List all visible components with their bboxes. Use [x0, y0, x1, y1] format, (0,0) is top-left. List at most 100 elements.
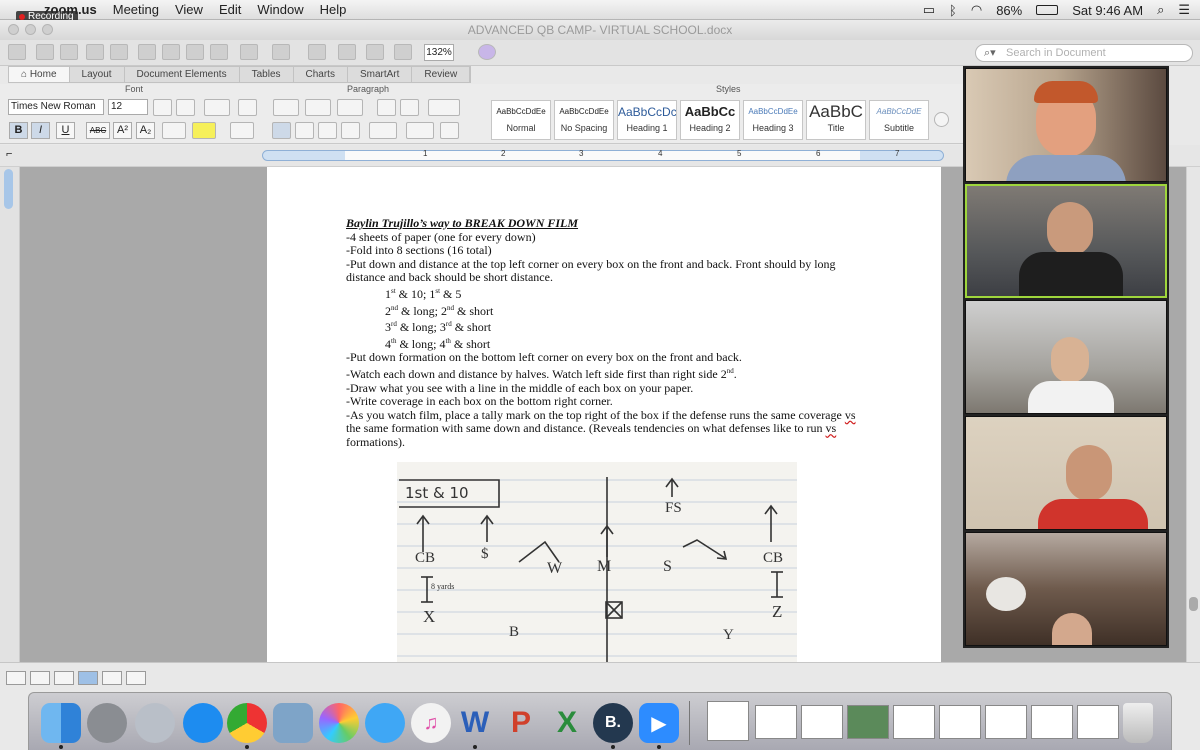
app-store-icon[interactable]: [183, 703, 223, 743]
menubar-clock[interactable]: Sat 9:46 AM: [1072, 3, 1143, 18]
font-name-select[interactable]: Times New Roman: [8, 99, 104, 115]
document-thumbnail[interactable]: [707, 701, 749, 741]
battery-icon[interactable]: [1036, 5, 1059, 15]
templates-icon[interactable]: [36, 44, 54, 60]
itunes-icon[interactable]: ♫: [411, 703, 451, 743]
document-body[interactable]: Baylin Trujillo’s way to BREAK DOWN FILM…: [346, 216, 866, 450]
participant-video-active-speaker[interactable]: [965, 184, 1167, 298]
numbering-button[interactable]: [305, 99, 331, 116]
participant-video[interactable]: [965, 300, 1167, 414]
align-right-button[interactable]: [318, 122, 337, 139]
zoom-icon[interactable]: ▶: [639, 703, 679, 743]
participant-video[interactable]: [965, 68, 1167, 182]
align-center-button[interactable]: [295, 122, 314, 139]
participant-video[interactable]: [965, 416, 1167, 530]
chrome-icon[interactable]: [227, 703, 267, 743]
tab-layout[interactable]: Layout: [70, 67, 125, 82]
tab-tables[interactable]: Tables: [240, 67, 294, 82]
pilcrow-icon[interactable]: [308, 44, 326, 60]
tab-review[interactable]: Review: [412, 67, 471, 82]
launchpad-icon[interactable]: [135, 703, 175, 743]
publishing-view-button[interactable]: [54, 671, 74, 685]
minimized-window-thumbnail[interactable]: [893, 705, 935, 739]
shrink-font-button[interactable]: [176, 99, 195, 116]
subscript-button[interactable]: A₂: [136, 122, 155, 139]
wifi-icon[interactable]: ◠: [971, 2, 982, 18]
participant-video[interactable]: [965, 532, 1167, 646]
multilevel-list-button[interactable]: [337, 99, 363, 116]
bluetooth-icon[interactable]: ᛒ: [949, 3, 957, 18]
superscript-button[interactable]: A²: [113, 122, 132, 139]
minimized-window-thumbnail[interactable]: [801, 705, 843, 739]
photos-icon[interactable]: [319, 703, 359, 743]
scrollbar-thumb[interactable]: [1189, 597, 1198, 611]
style-heading-3[interactable]: AaBbCcDdEe Heading 3: [743, 100, 803, 140]
messages-icon[interactable]: [365, 703, 405, 743]
draft-view-button[interactable]: [6, 671, 26, 685]
menu-help[interactable]: Help: [320, 2, 347, 17]
minimized-window-thumbnail[interactable]: [755, 705, 797, 739]
align-left-button[interactable]: [272, 122, 291, 139]
open-icon[interactable]: [60, 44, 78, 60]
cut-icon[interactable]: [138, 44, 156, 60]
decrease-indent-button[interactable]: [377, 99, 396, 116]
document-page[interactable]: Baylin Trujillo’s way to BREAK DOWN FILM…: [267, 167, 941, 662]
bullets-button[interactable]: [273, 99, 299, 116]
style-heading-2[interactable]: AaBbCc Heading 2: [680, 100, 740, 140]
outline-view-button[interactable]: [30, 671, 50, 685]
search-in-document-input[interactable]: ⌕▾ Search in Document: [975, 44, 1193, 62]
powerpoint-icon[interactable]: P: [501, 703, 541, 743]
menu-edit[interactable]: Edit: [219, 2, 241, 17]
minimized-window-thumbnail[interactable]: [847, 705, 889, 739]
airplay-icon[interactable]: ▭: [923, 2, 935, 18]
new-doc-icon[interactable]: [8, 44, 26, 60]
battery-percent[interactable]: 86%: [996, 3, 1022, 18]
excel-icon[interactable]: X: [547, 703, 587, 743]
search-icon[interactable]: ⌕: [1157, 2, 1164, 18]
format-painter-icon[interactable]: [210, 44, 228, 60]
grow-font-button[interactable]: [153, 99, 172, 116]
minimized-window-thumbnail[interactable]: [1077, 705, 1119, 739]
tab-document-elements[interactable]: Document Elements: [125, 67, 240, 82]
paragraph-settings-button[interactable]: [440, 122, 459, 139]
italic-button[interactable]: I: [31, 122, 50, 139]
style-subtitle[interactable]: AaBbCcDdE Subtitle: [869, 100, 929, 140]
tab-charts[interactable]: Charts: [294, 67, 348, 82]
finder-icon[interactable]: [41, 703, 81, 743]
paste-icon[interactable]: [186, 44, 204, 60]
vertical-scrollbar[interactable]: [1186, 167, 1200, 662]
sidebar-icon[interactable]: [338, 44, 356, 60]
copy-icon[interactable]: [162, 44, 180, 60]
list-icon[interactable]: ☰: [1178, 2, 1190, 18]
minimized-window-thumbnail[interactable]: [939, 705, 981, 739]
focus-view-button[interactable]: [126, 671, 146, 685]
minimized-window-thumbnail[interactable]: [1031, 705, 1073, 739]
change-case-button[interactable]: [204, 99, 230, 116]
styles-next-button[interactable]: [934, 112, 949, 127]
style-heading-1[interactable]: AaBbCcDc Heading 1: [617, 100, 677, 140]
highlight-button[interactable]: [192, 122, 216, 139]
menu-view[interactable]: View: [175, 2, 203, 17]
word-icon[interactable]: W: [455, 703, 495, 743]
menu-meeting[interactable]: Meeting: [113, 2, 159, 17]
tab-home[interactable]: ⌂ Home: [9, 67, 70, 82]
line-spacing-button[interactable]: [369, 122, 397, 139]
justify-button[interactable]: [341, 122, 360, 139]
font-color-button[interactable]: [162, 122, 186, 139]
undo-icon[interactable]: [240, 44, 258, 60]
print-layout-view-button[interactable]: [78, 671, 98, 685]
text-effects-button[interactable]: [230, 122, 254, 139]
clear-formatting-button[interactable]: [238, 99, 257, 116]
print-icon[interactable]: [110, 44, 128, 60]
save-icon[interactable]: [86, 44, 104, 60]
borders-button[interactable]: [406, 122, 434, 139]
zoom-field[interactable]: 132%: [424, 44, 454, 61]
toolbox-icon[interactable]: [394, 44, 412, 60]
style-title[interactable]: AaBbC Title: [806, 100, 866, 140]
trash-icon[interactable]: [1123, 703, 1153, 743]
font-size-select[interactable]: 12: [108, 99, 148, 115]
help-icon[interactable]: [478, 44, 496, 60]
menu-window[interactable]: Window: [257, 2, 303, 17]
style-normal[interactable]: AaBbCcDdEe Normal: [491, 100, 551, 140]
notebook-view-button[interactable]: [102, 671, 122, 685]
